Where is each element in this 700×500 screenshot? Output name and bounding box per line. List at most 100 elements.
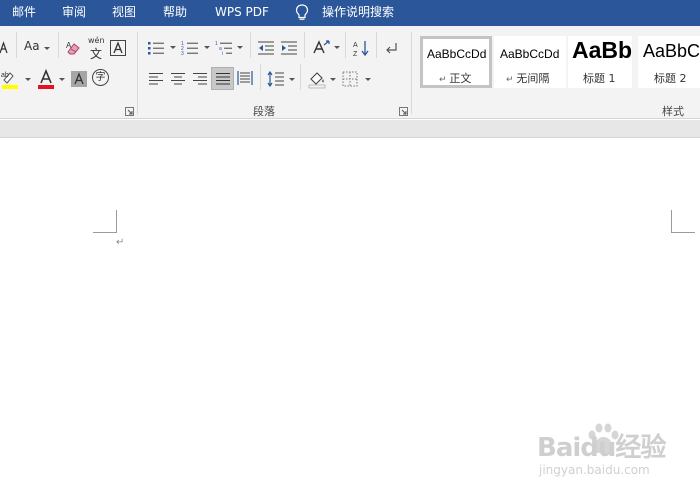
lightbulb-icon[interactable] — [295, 3, 309, 23]
style-name: 标题 2 — [654, 72, 687, 85]
character-shading-button[interactable] — [70, 70, 88, 88]
svg-text:ab: ab — [1, 72, 9, 79]
chevron-down-icon[interactable] — [330, 78, 336, 81]
style-name: ↵ 无间隔 — [506, 72, 550, 85]
svg-text:i: i — [222, 51, 223, 56]
eraser-icon: A — [66, 41, 80, 55]
numbering-button[interactable]: 1 2 3 — [180, 39, 200, 57]
watermark: Baidu经验 jingyan.baidu.com — [537, 423, 687, 483]
align-center-button[interactable] — [168, 69, 188, 89]
chevron-down-icon[interactable] — [237, 46, 243, 49]
numbered-list-icon: 1 2 3 — [181, 41, 198, 56]
style-sample: AaBbC — [572, 37, 632, 63]
clear-formatting-button[interactable]: A — [64, 38, 84, 58]
ribbon-tab-bar: 邮件 审阅 视图 帮助 WPS PDF 操作说明搜索 — [0, 0, 700, 26]
ribbon: Aa A wén 文 ab 字 1 2 3 1 a i A Z 段落 AaBbC… — [0, 26, 700, 119]
bullet-list-icon — [148, 42, 164, 55]
style-sample: AaBbCcDd — [427, 47, 487, 61]
character-border-icon — [110, 40, 126, 56]
watermark-brand: Baidu经验 — [537, 433, 666, 463]
divider — [345, 32, 346, 58]
text-highlight-button[interactable]: ab — [0, 68, 22, 90]
align-left-icon — [149, 73, 163, 85]
phonetic-top-text: wén — [88, 36, 105, 45]
enclose-characters-button[interactable]: 字 — [92, 69, 110, 87]
tab-help[interactable]: 帮助 — [163, 0, 187, 26]
group-divider — [137, 32, 138, 114]
line-spacing-button[interactable] — [266, 69, 286, 89]
style-no-spacing[interactable]: AaBbCcDd ↵ 无间隔 — [494, 36, 566, 88]
phonetic-guide-button[interactable]: wén 文 — [87, 36, 107, 61]
paragraph-dialog-launcher-icon[interactable] — [399, 107, 408, 116]
style-normal[interactable]: AaBbCcDd ↵ 正文 — [420, 36, 492, 88]
decrease-indent-button[interactable] — [256, 39, 276, 57]
style-sample: AaBbC — [643, 41, 700, 61]
phonetic-bottom-text: 文 — [90, 47, 103, 61]
chevron-down-icon[interactable] — [334, 46, 340, 49]
character-border-button[interactable] — [109, 38, 127, 58]
divider — [260, 64, 261, 90]
divider — [304, 32, 305, 58]
text-direction-icon — [313, 40, 330, 54]
paint-bucket-icon — [308, 72, 326, 89]
chevron-down-icon[interactable] — [289, 78, 295, 81]
sort-button[interactable]: A Z — [351, 38, 371, 58]
align-right-icon — [193, 73, 207, 85]
watermark-url: jingyan.baidu.com — [539, 463, 650, 477]
multilevel-list-button[interactable]: 1 a i — [214, 39, 234, 57]
divider — [300, 64, 301, 90]
divider — [250, 32, 251, 58]
justify-button[interactable] — [211, 67, 234, 90]
style-heading-1[interactable]: AaBbC 标题 1 — [568, 36, 632, 88]
borders-icon — [342, 71, 358, 87]
chevron-down-icon[interactable] — [170, 46, 176, 49]
bullets-button[interactable] — [146, 39, 166, 57]
highlighter-icon: ab — [1, 72, 18, 89]
borders-button[interactable] — [340, 69, 360, 89]
margin-corner-top-left — [93, 210, 118, 237]
sort-icon: A Z — [353, 41, 369, 57]
paragraph-mark: ↵ — [116, 237, 125, 248]
change-case-button[interactable]: Aa — [22, 38, 52, 58]
tell-me-search[interactable]: 操作说明搜索 — [322, 0, 394, 26]
shading-button[interactable] — [306, 68, 328, 90]
change-case-label: Aa — [24, 39, 40, 53]
chevron-down-icon[interactable] — [25, 78, 31, 81]
align-right-button[interactable] — [190, 69, 210, 89]
chevron-down-icon[interactable] — [59, 78, 65, 81]
style-name: ↵ 正文 — [439, 72, 472, 85]
svg-text:A: A — [353, 42, 358, 49]
tab-review[interactable]: 审阅 — [62, 0, 86, 26]
styles-group-label: 样式 — [662, 105, 684, 118]
font-color-button[interactable] — [35, 68, 57, 90]
divider — [58, 32, 59, 58]
margin-corner-top-right — [671, 210, 697, 237]
chevron-down-icon[interactable] — [365, 78, 371, 81]
character-shading-icon — [71, 71, 87, 87]
distributed-button[interactable] — [235, 69, 255, 89]
tab-mailings[interactable]: 邮件 — [12, 0, 36, 26]
grow-font-icon[interactable] — [0, 40, 8, 56]
font-color-icon — [38, 68, 54, 89]
align-center-icon — [171, 73, 185, 85]
justify-icon — [215, 72, 230, 84]
divider — [376, 32, 377, 58]
show-hide-marks-button[interactable] — [383, 38, 401, 58]
chevron-down-icon[interactable] — [204, 46, 210, 49]
align-left-button[interactable] — [146, 69, 166, 89]
style-heading-2[interactable]: AaBbC 标题 2 — [638, 36, 700, 88]
font-dialog-launcher-icon[interactable] — [125, 107, 134, 116]
svg-text:3: 3 — [181, 51, 184, 56]
group-divider — [411, 32, 412, 114]
svg-text:Z: Z — [353, 51, 358, 57]
increase-indent-button[interactable] — [279, 39, 299, 57]
paragraph-group-label: 段落 — [253, 105, 275, 118]
style-name: 标题 1 — [583, 72, 616, 85]
chevron-down-icon — [44, 47, 50, 50]
tab-wps-pdf[interactable]: WPS PDF — [215, 0, 269, 26]
svg-text:A: A — [66, 41, 72, 50]
tab-view[interactable]: 视图 — [112, 0, 136, 26]
outdent-icon — [258, 41, 274, 55]
line-spacing-icon — [267, 71, 284, 87]
text-direction-button[interactable] — [310, 38, 332, 58]
